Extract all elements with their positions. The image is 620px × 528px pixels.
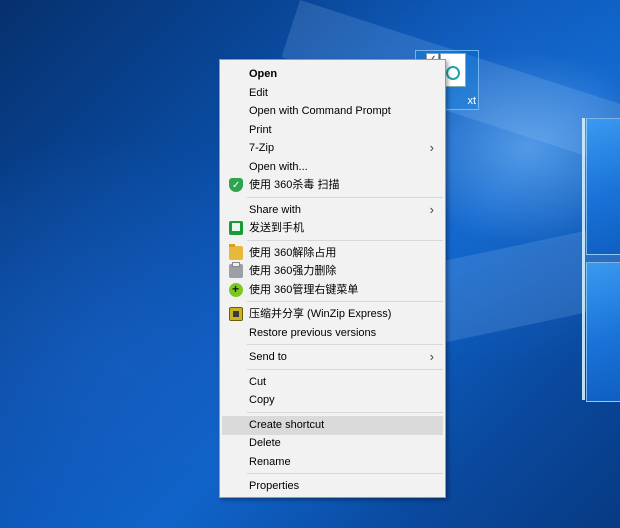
menu-item-send-to[interactable]: Send to › bbox=[222, 348, 443, 367]
menu-item-label: Create shortcut bbox=[249, 418, 325, 431]
menu-item-360[interactable]: 使用 360解除占用 bbox=[222, 243, 443, 263]
chevron-right-icon: › bbox=[429, 140, 434, 155]
menu-item-print[interactable]: Print bbox=[222, 121, 443, 140]
menu-item-label: 7-Zip bbox=[249, 142, 275, 154]
menu-item-open-with-command-prompt[interactable]: Open with Command Prompt bbox=[222, 102, 443, 121]
menu-item-label: Edit bbox=[249, 86, 268, 99]
winzip-icon bbox=[229, 307, 243, 321]
menu-item-cut[interactable]: Cut bbox=[222, 373, 443, 392]
window-edge bbox=[582, 118, 585, 400]
menu-item-open-with[interactable]: Open with... bbox=[222, 158, 443, 177]
menu-item-label: Share with bbox=[249, 203, 301, 216]
menu-item-copy[interactable]: Copy bbox=[222, 391, 443, 410]
menu-item-label: Rename bbox=[249, 455, 291, 468]
menu-item-rename[interactable]: Rename bbox=[222, 453, 443, 472]
menu-item-label: Send to bbox=[249, 351, 287, 363]
menu-separator bbox=[247, 473, 443, 474]
chevron-right-icon: › bbox=[429, 201, 434, 217]
menu-item-label: Open bbox=[249, 68, 278, 80]
menu-item-label: Delete bbox=[249, 437, 281, 449]
menu-item-label: Copy bbox=[249, 394, 275, 406]
menu-separator bbox=[247, 368, 443, 370]
menu-item-label: Print bbox=[249, 123, 272, 136]
menu-item-label: 使用 360解除占用 bbox=[249, 246, 337, 259]
window-pane bbox=[586, 262, 620, 402]
menu-item-label: 压缩并分享 (WinZip Express) bbox=[249, 308, 392, 320]
menu-item-360[interactable]: 使用 360杀毒 扫描 bbox=[222, 176, 443, 195]
menu-item-share-with[interactable]: Share with › bbox=[222, 201, 443, 220]
menu-item-360[interactable]: 使用 360强力删除 bbox=[222, 262, 443, 281]
menu-item-label: 使用 360杀毒 扫描 bbox=[249, 179, 340, 191]
menu-separator bbox=[247, 239, 443, 241]
menu-item-label: 使用 360管理右键菜单 bbox=[249, 283, 359, 296]
menu-item-360[interactable]: 使用 360管理右键菜单 bbox=[222, 280, 443, 300]
menu-item-label: Open with Command Prompt bbox=[249, 105, 391, 117]
menu-item-label: Properties bbox=[249, 480, 300, 492]
menu-item-label: Open with... bbox=[249, 160, 308, 173]
menu-item-7-zip[interactable]: 7-Zip › bbox=[222, 139, 443, 158]
menu-item-label: Restore previous versions bbox=[249, 326, 377, 339]
menu-item-properties[interactable]: Properties bbox=[222, 477, 443, 496]
menu-separator bbox=[247, 301, 443, 302]
chevron-right-icon: › bbox=[429, 349, 434, 364]
context-menu: Open Edit Open with Command Prompt Print 7-Z… bbox=[219, 59, 446, 498]
menu-item-label: 发送到手机 bbox=[249, 222, 304, 234]
folder-unlock-icon bbox=[229, 243, 243, 260]
phone-send-icon bbox=[229, 221, 243, 235]
menu-item-open[interactable]: Open bbox=[222, 65, 443, 84]
window-pane bbox=[586, 118, 620, 255]
menu-item-label: Cut bbox=[249, 375, 267, 388]
menu-item-winzip-express[interactable]: 压缩并分享 (WinZip Express) bbox=[222, 305, 443, 324]
menu-item-create-shortcut[interactable]: Create shortcut bbox=[222, 415, 443, 435]
menu-item-label: 使用 360强力删除 bbox=[249, 265, 337, 277]
shield-360-icon bbox=[229, 176, 243, 195]
menu-item-edit[interactable]: Edit bbox=[222, 84, 443, 103]
menu-item-item[interactable]: 发送到手机 bbox=[222, 219, 443, 238]
menu-separator bbox=[247, 344, 443, 345]
menu-separator bbox=[247, 196, 443, 198]
green-menu-icon bbox=[229, 280, 243, 299]
menu-separator bbox=[247, 411, 443, 413]
menu-item-delete[interactable]: Delete bbox=[222, 434, 443, 453]
menu-item-restore-previous-versions[interactable]: Restore previous versions bbox=[222, 324, 443, 343]
shredder-icon bbox=[229, 262, 243, 278]
